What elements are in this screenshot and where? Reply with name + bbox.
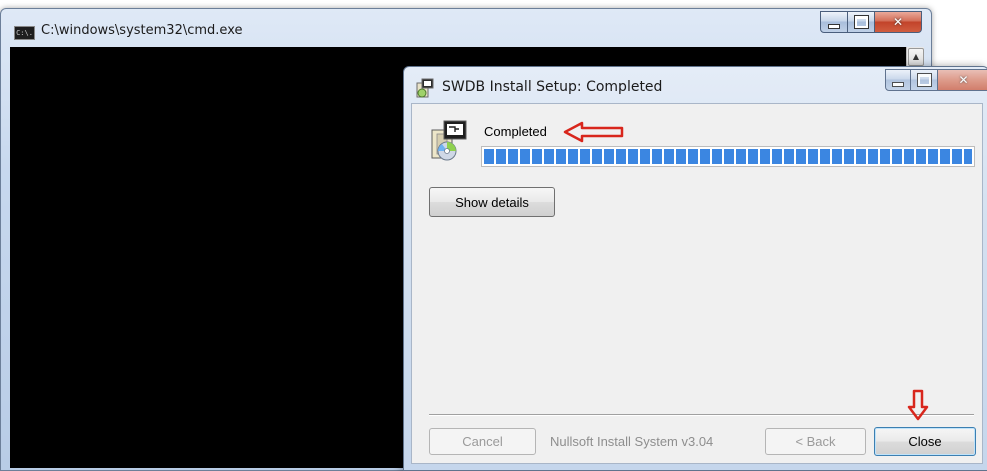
progress-bar-fill <box>484 149 972 164</box>
red-arrow-down-icon <box>907 389 929 421</box>
installer-app-icon <box>416 78 434 98</box>
installer-minimize-button[interactable] <box>885 69 911 91</box>
back-button[interactable]: < Back <box>765 428 866 455</box>
red-arrow-left-icon <box>563 121 624 143</box>
cmd-window-title: C:\windows\system32\cmd.exe <box>41 23 243 38</box>
cancel-button[interactable]: Cancel <box>429 428 536 455</box>
installer-window-title: SWDB Install Setup: Completed <box>442 79 663 95</box>
show-details-button[interactable]: Show details <box>429 187 555 217</box>
cmd-minimize-button[interactable] <box>820 11 848 33</box>
minimize-icon <box>828 23 840 29</box>
status-text: Completed <box>484 124 547 139</box>
installer-client-area: Completed Show details Cancel Nullsoft I… <box>411 103 983 464</box>
installer-caption-buttons: ✕ <box>885 69 987 91</box>
footer-separator <box>429 414 974 416</box>
installer-maximize-button[interactable] <box>911 69 938 91</box>
cmd-maximize-button[interactable] <box>848 11 875 33</box>
maximize-icon <box>853 15 869 29</box>
cmd-titlebar[interactable]: C:\. C:\windows\system32\cmd.exe ✕ <box>1 9 931 47</box>
minimize-icon <box>892 81 904 87</box>
installer-window: SWDB Install Setup: Completed ✕ Complete… <box>403 66 987 471</box>
maximize-icon <box>916 73 932 87</box>
install-package-icon <box>431 120 467 161</box>
cmd-app-icon: C:\. <box>14 26 35 40</box>
cmd-close-button[interactable]: ✕ <box>875 11 922 33</box>
cmd-caption-buttons: ✕ <box>820 11 922 33</box>
close-icon: ✕ <box>958 73 969 87</box>
scroll-up-arrow-icon[interactable]: ▲ <box>908 48 924 66</box>
close-icon: ✕ <box>892 15 904 29</box>
progress-bar <box>481 146 975 167</box>
installer-close-caption-button[interactable]: ✕ <box>938 69 987 91</box>
close-button[interactable]: Close <box>874 427 976 456</box>
branding-text: Nullsoft Install System v3.04 <box>550 434 714 449</box>
